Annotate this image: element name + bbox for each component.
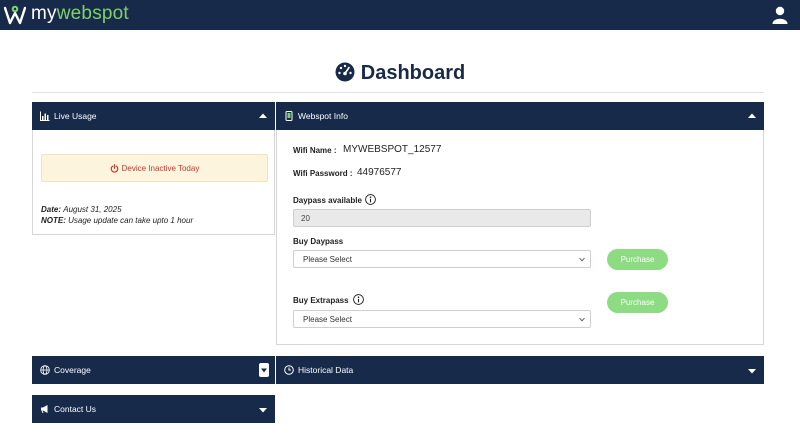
wifi-password-label: Wifi Password : <box>293 169 353 178</box>
live-usage-heading: Live Usage <box>54 111 97 121</box>
buy-extrapass-selected: Please Select <box>303 315 352 324</box>
wifi-name-value: MYWEBSPOT_12577 <box>343 144 442 155</box>
brand-name[interactable]: mywebspot <box>31 3 129 25</box>
historical-data-heading: Historical Data <box>298 365 354 375</box>
chevron-down-icon <box>261 368 267 373</box>
historical-data-header[interactable]: Historical Data <box>276 356 764 384</box>
device-status-text: Device Inactive Today <box>121 163 200 173</box>
webspot-info-heading: Webspot Info <box>298 111 348 121</box>
purchase-extrapass-button[interactable]: Purchase <box>607 292 668 313</box>
phone-icon <box>285 111 293 121</box>
info-icon[interactable] <box>365 194 376 205</box>
contact-us-header[interactable]: Contact Us <box>32 395 275 423</box>
usage-date-value: August 31, 2025 <box>63 205 122 214</box>
live-usage-header[interactable]: Live Usage <box>32 102 275 130</box>
logo-icon[interactable] <box>4 4 26 26</box>
buy-extrapass-label: Buy Extrapass <box>293 296 349 305</box>
user-icon[interactable] <box>771 6 789 24</box>
page-title: Dashboard <box>0 62 800 88</box>
daypass-available-field: 20 <box>293 209 591 227</box>
webspot-info-body: Wifi Name : MYWEBSPOT_12577 Wifi Passwor… <box>276 130 764 345</box>
buy-daypass-select[interactable]: Please Select <box>293 250 591 268</box>
webspot-info-header[interactable]: Webspot Info <box>276 102 764 130</box>
buy-extrapass-select[interactable]: Please Select <box>293 310 591 328</box>
wifi-password-value: 44976577 <box>357 167 402 178</box>
power-icon <box>110 163 118 173</box>
globe-icon <box>40 365 50 375</box>
chevron-up-icon[interactable] <box>748 112 756 120</box>
usage-note-value: Usage update can take upto 1 hour <box>68 216 194 225</box>
clock-icon <box>284 365 294 375</box>
title-divider <box>32 92 764 93</box>
buy-daypass-selected: Please Select <box>303 255 352 264</box>
device-status-alert: Device Inactive Today <box>41 154 268 182</box>
megaphone-icon <box>41 405 48 414</box>
buy-daypass-label: Buy Daypass <box>293 237 344 246</box>
usage-note: NOTE: Usage update can take upto 1 hour <box>41 216 193 225</box>
coverage-toggle-button[interactable] <box>259 363 269 377</box>
live-usage-body: Device Inactive Today Date: August 31, 2… <box>32 130 275 235</box>
info-icon[interactable] <box>353 294 364 305</box>
usage-date: Date: August 31, 2025 <box>41 205 122 214</box>
page-title-text: Dashboard <box>360 62 466 84</box>
chevron-down-icon <box>579 257 585 262</box>
top-navbar: mywebspot <box>0 0 800 30</box>
usage-note-label: NOTE: <box>41 216 66 225</box>
daypass-available-label: Daypass available <box>293 196 362 205</box>
contact-us-heading: Contact Us <box>54 404 97 414</box>
wifi-name-label: Wifi Name : <box>293 146 337 155</box>
coverage-header[interactable]: Coverage <box>32 356 275 384</box>
chevron-up-icon[interactable] <box>259 112 267 120</box>
usage-date-label: Date: <box>41 205 62 214</box>
brand-name-part-a: my <box>31 3 57 24</box>
chevron-down-icon[interactable] <box>259 406 267 414</box>
coverage-heading: Coverage <box>54 365 91 375</box>
brand-name-part-b: webspot <box>56 3 129 24</box>
chart-icon <box>40 111 50 121</box>
dashboard-icon <box>335 62 355 82</box>
purchase-daypass-button[interactable]: Purchase <box>607 249 668 270</box>
chevron-down-icon[interactable] <box>748 367 756 375</box>
chevron-down-icon <box>579 317 585 322</box>
